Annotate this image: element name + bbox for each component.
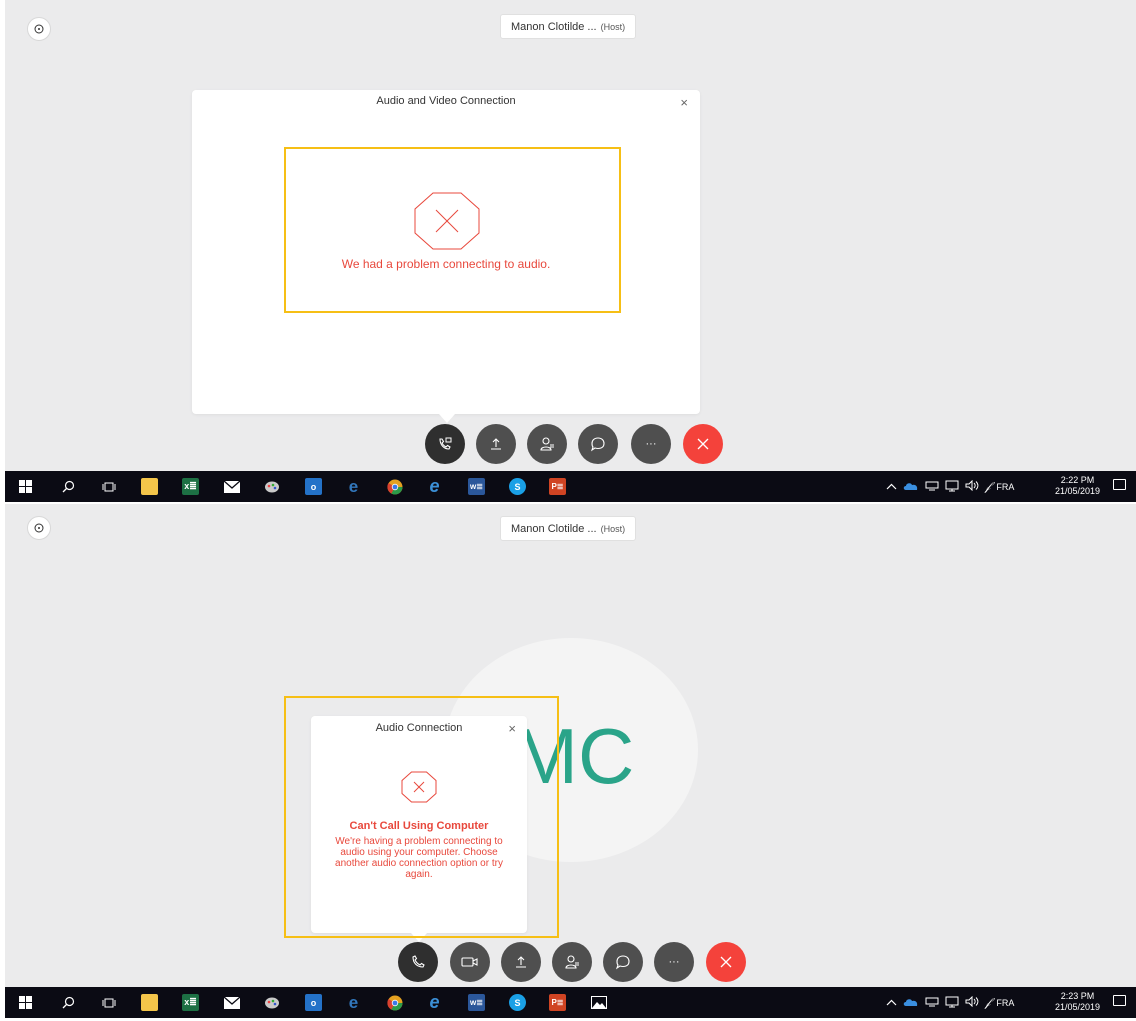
phone-video-icon bbox=[439, 437, 452, 450]
clock-time: 2:23 PM bbox=[1060, 991, 1095, 1001]
skype-icon[interactable]: S bbox=[509, 994, 526, 1011]
chat-bubble-icon bbox=[615, 955, 630, 970]
internet-explorer-icon[interactable]: e bbox=[426, 992, 443, 1012]
file-explorer-icon[interactable] bbox=[141, 994, 158, 1011]
participants-icon bbox=[540, 437, 554, 451]
language-indicator[interactable]: FRA bbox=[996, 998, 1014, 1008]
more-options-button[interactable]: ··· bbox=[631, 424, 671, 464]
info-button[interactable] bbox=[27, 17, 51, 41]
paint-icon[interactable] bbox=[263, 994, 280, 1011]
share-button[interactable] bbox=[501, 942, 541, 982]
share-button[interactable] bbox=[476, 424, 516, 464]
word-icon[interactable]: w≣ bbox=[468, 994, 485, 1011]
system-tray: 𝒻 FRA bbox=[886, 987, 1014, 1018]
edge-icon[interactable]: e bbox=[345, 993, 362, 1012]
system-tray: 𝒻 FRA bbox=[886, 471, 1014, 502]
chrome-icon[interactable] bbox=[386, 478, 403, 495]
notifications-icon[interactable] bbox=[1113, 995, 1126, 1006]
leave-meeting-button[interactable] bbox=[683, 424, 723, 464]
host-name: Manon Clotilde ... bbox=[511, 20, 597, 33]
chevron-up-icon[interactable] bbox=[886, 482, 897, 492]
clock[interactable]: 2:23 PM 21/05/2019 bbox=[1055, 991, 1100, 1013]
close-x-icon bbox=[720, 956, 732, 968]
chat-button[interactable] bbox=[578, 424, 618, 464]
clock[interactable]: 2:22 PM 21/05/2019 bbox=[1055, 475, 1100, 497]
chrome-icon[interactable] bbox=[386, 994, 403, 1011]
meeting-window-1: Manon Clotilde ... (Host) Audio and Vide… bbox=[5, 0, 1136, 471]
participants-button[interactable] bbox=[527, 424, 567, 464]
meeting-window-2: Manon Clotilde ... (Host) MC Audio Conne… bbox=[5, 504, 1136, 987]
pen-ink-icon[interactable]: 𝒻 bbox=[985, 995, 990, 1010]
host-name: Manon Clotilde ... bbox=[511, 522, 597, 535]
host-tag: (Host) bbox=[600, 523, 626, 534]
dialog-title: Audio and Video Connection bbox=[376, 95, 516, 107]
highlight-box bbox=[284, 696, 559, 938]
device-icon[interactable] bbox=[925, 481, 939, 493]
skype-icon[interactable]: S bbox=[509, 478, 526, 495]
device-icon[interactable] bbox=[925, 997, 939, 1009]
task-view-icon[interactable] bbox=[100, 994, 117, 1011]
notifications-icon[interactable] bbox=[1113, 479, 1126, 490]
language-indicator[interactable]: FRA bbox=[996, 482, 1014, 492]
mail-icon[interactable] bbox=[223, 478, 240, 495]
windows-taskbar-2: x≣ o e e w≣ S P≣ 𝒻 FRA 2:23 PM 21/05/201… bbox=[5, 987, 1136, 1018]
phone-icon bbox=[412, 955, 425, 968]
chat-bubble-icon bbox=[590, 437, 605, 452]
windows-start-icon[interactable] bbox=[17, 994, 34, 1011]
windows-start-icon[interactable] bbox=[17, 478, 34, 495]
edge-icon[interactable]: e bbox=[345, 477, 362, 496]
highlight-box bbox=[284, 147, 621, 313]
excel-icon[interactable]: x≣ bbox=[182, 994, 199, 1011]
leave-meeting-button[interactable] bbox=[706, 942, 746, 982]
clock-time: 2:22 PM bbox=[1060, 475, 1095, 485]
paint-icon[interactable] bbox=[263, 478, 280, 495]
host-name-label: Manon Clotilde ... (Host) bbox=[500, 516, 637, 541]
close-x-icon bbox=[697, 438, 709, 450]
file-explorer-icon[interactable] bbox=[141, 478, 158, 495]
chat-button[interactable] bbox=[603, 942, 643, 982]
search-icon[interactable] bbox=[60, 478, 77, 495]
clock-date: 21/05/2019 bbox=[1054, 486, 1100, 496]
host-tag: (Host) bbox=[600, 21, 626, 32]
internet-explorer-icon[interactable]: e bbox=[426, 476, 443, 496]
video-camera-icon bbox=[461, 957, 478, 967]
chevron-up-icon[interactable] bbox=[886, 998, 897, 1008]
powerpoint-icon[interactable]: P≣ bbox=[549, 994, 566, 1011]
info-icon bbox=[34, 24, 44, 34]
share-upload-icon bbox=[516, 956, 526, 968]
volume-icon[interactable] bbox=[965, 995, 979, 1009]
clock-date: 21/05/2019 bbox=[1054, 1002, 1100, 1012]
network-icon[interactable] bbox=[945, 480, 959, 494]
audio-video-button[interactable] bbox=[425, 424, 465, 464]
volume-icon[interactable] bbox=[965, 479, 979, 493]
more-options-button[interactable]: ··· bbox=[654, 942, 694, 982]
search-icon[interactable] bbox=[60, 994, 77, 1011]
network-icon[interactable] bbox=[945, 996, 959, 1010]
share-upload-icon bbox=[491, 438, 501, 450]
audio-button[interactable] bbox=[398, 942, 438, 982]
excel-icon[interactable]: x≣ bbox=[182, 478, 199, 495]
onedrive-icon[interactable] bbox=[903, 997, 919, 1009]
windows-taskbar-1: x≣ o e e w≣ S P≣ 𝒻 FRA 2:22 PM 21/05/201… bbox=[5, 471, 1136, 502]
host-name-label: Manon Clotilde ... (Host) bbox=[500, 14, 637, 39]
more-dots-icon: ··· bbox=[645, 438, 657, 450]
outlook-icon[interactable]: o bbox=[305, 994, 322, 1011]
video-button[interactable] bbox=[450, 942, 490, 982]
info-button[interactable] bbox=[27, 516, 51, 540]
more-dots-icon: ··· bbox=[668, 956, 680, 968]
task-view-icon[interactable] bbox=[100, 478, 117, 495]
info-icon bbox=[34, 523, 44, 533]
pen-ink-icon[interactable]: 𝒻 bbox=[985, 479, 990, 494]
dialog-close-button[interactable]: × bbox=[680, 96, 688, 109]
dialog-pointer bbox=[439, 414, 455, 423]
mail-icon[interactable] bbox=[223, 994, 240, 1011]
powerpoint-icon[interactable]: P≣ bbox=[549, 478, 566, 495]
participants-button[interactable] bbox=[552, 942, 592, 982]
outlook-icon[interactable]: o bbox=[305, 478, 322, 495]
photos-icon[interactable] bbox=[590, 994, 607, 1011]
participants-icon bbox=[565, 955, 579, 969]
onedrive-icon[interactable] bbox=[903, 481, 919, 493]
word-icon[interactable]: w≣ bbox=[468, 478, 485, 495]
